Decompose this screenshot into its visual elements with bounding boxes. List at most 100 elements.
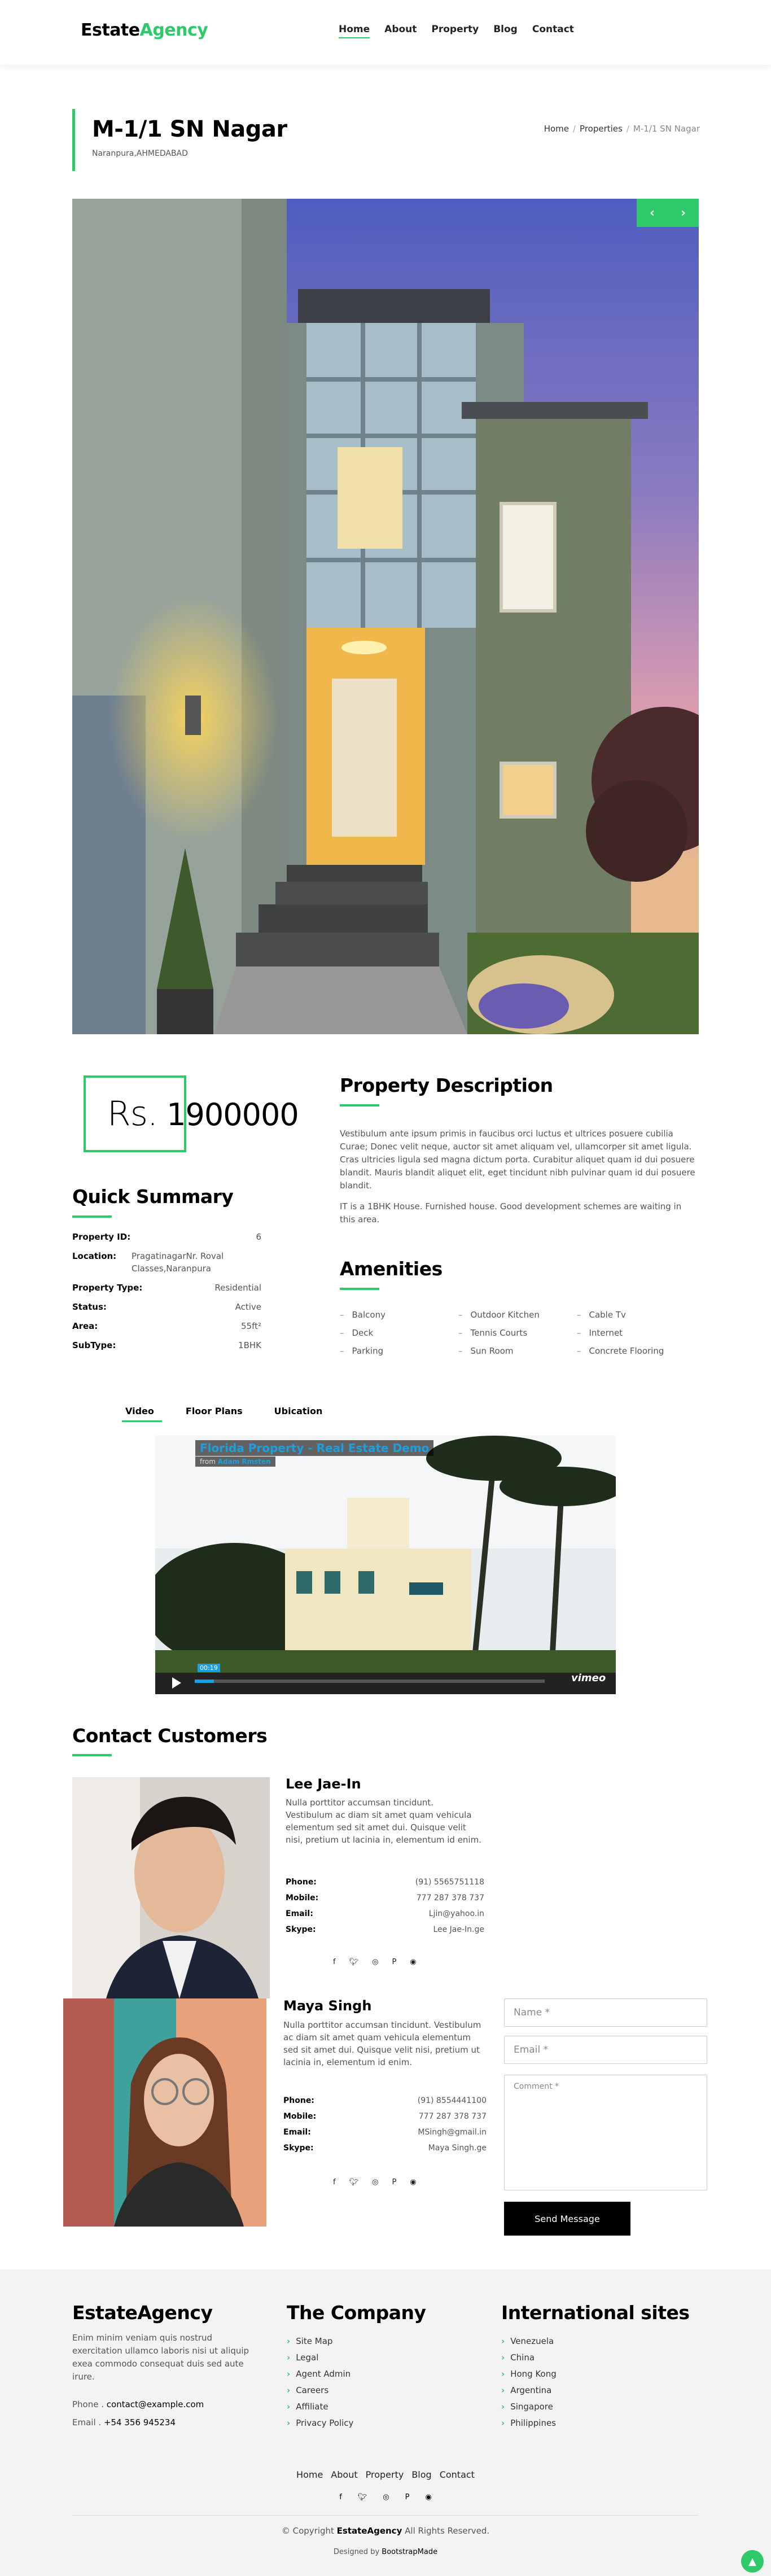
breadcrumb-current: M-1/1 SN Nagar [633,124,700,134]
amenities-heading: Amenities [340,1258,443,1280]
instagram-icon[interactable]: ◎ [383,2493,389,2501]
agent-email[interactable]: MSingh@gmail.in [418,2128,487,2137]
page-subtitle: Naranpura,AHMEDABAD [92,149,188,158]
footer-link[interactable]: Hong Kong [501,2369,557,2379]
amenity-item: Deck [340,1328,458,1338]
footer-link[interactable]: Philippines [501,2418,557,2428]
summary-row: SubType: 1BHK [72,1339,261,1352]
name-input[interactable]: Name * [504,1998,707,2027]
twitter-icon[interactable]: 🐦︎ [358,2493,367,2501]
pinterest-icon[interactable]: P [392,2178,396,2186]
footer-link[interactable]: Privacy Policy [287,2418,353,2428]
facebook-icon[interactable]: f [339,2493,342,2501]
contact-heading: Contact Customers [72,1725,268,1747]
footer-link[interactable]: Venezuela [501,2336,557,2346]
nav-property[interactable]: Property [431,24,479,38]
back-to-top-button[interactable]: ▲ [741,2550,764,2573]
heading-underline [340,1288,379,1290]
agent-contact-info: Phone: (91) 8554441100 Mobile: 777 287 378… [283,2096,487,2159]
tab-video[interactable]: Video [122,1406,170,1422]
amenity-item: Cable Tv [577,1310,695,1320]
footer-email: Email . +54 356 945234 [72,2416,176,2429]
twitter-icon[interactable]: 🐦︎ [349,1958,359,1966]
agent-name: Maya Singh [283,1998,372,2014]
summary-row: Property ID: 6 [72,1231,261,1243]
breadcrumb-home[interactable]: Home [544,124,569,134]
nav-home[interactable]: Home [339,24,370,38]
footer-link[interactable]: Careers [287,2385,353,2395]
breadcrumb-properties[interactable]: Properties [580,124,623,134]
brand-text: Estate [81,20,140,40]
agent-email[interactable]: Ljin@yahoo.in [429,1909,484,1918]
dribbble-icon[interactable]: ◉ [410,1958,416,1966]
footer-email-label: Email . [72,2417,102,2428]
summary-row: Property Type: Residential [72,1282,261,1294]
summary-value: PragatinagarNr. Roval Classes,Naranpura [132,1251,224,1274]
brand-accent-text: Agency [139,20,208,40]
footer-phone: Phone . contact@example.com [72,2398,204,2411]
page-title: M-1/1 SN Nagar [92,116,287,142]
info-row: Mobile: 777 287 378 737 [283,2112,487,2121]
instagram-icon[interactable]: ◎ [372,1958,378,1966]
agent-mobile: 777 287 378 737 [418,2112,487,2121]
price-currency: Rs. [107,1094,158,1134]
gallery-next-button[interactable]: › [681,206,686,220]
pinterest-icon[interactable]: P [392,1958,396,1966]
vimeo-logo[interactable]: vimeo [571,1672,606,1684]
video-title[interactable]: Florida Property - Real Estate Demo [195,1440,434,1456]
footer-link[interactable]: Site Map [287,2336,353,2346]
info-row: Skype: Lee Jae-In.ge [286,1925,484,1934]
email-input[interactable]: Email * [504,2036,707,2064]
footer-nav-blog[interactable]: Blog [411,2469,431,2480]
footer-link[interactable]: Legal [287,2352,353,2363]
facebook-icon[interactable]: f [333,2178,336,2186]
nav-about[interactable]: About [384,24,417,38]
instagram-icon[interactable]: ◎ [372,2178,378,2186]
copyright-prefix: © Copyright [281,2526,334,2536]
send-message-button[interactable]: Send Message [504,2202,630,2236]
footer-phone-label: Phone . [72,2399,104,2409]
footer-nav-contact[interactable]: Contact [440,2469,475,2480]
quick-summary-list: Property ID: 6 Location: PragatinagarNr. R… [72,1231,261,1358]
summary-key: Area: [72,1321,98,1331]
info-key: Phone: [286,1878,317,1887]
pinterest-icon[interactable]: P [405,2493,410,2501]
agent-skype[interactable]: Maya Singh.ge [428,2144,487,2153]
footer-link[interactable]: Agent Admin [287,2369,353,2379]
amenity-item: Balcony [340,1310,458,1320]
dribbble-icon[interactable]: ◉ [410,2178,416,2186]
footer-phone-value[interactable]: contact@example.com [107,2399,204,2409]
footer-email-value[interactable]: +54 356 945234 [104,2417,176,2428]
main-menu: Home About Property Blog Contact [339,24,574,38]
footer-nav-property[interactable]: Property [366,2469,404,2480]
comment-textarea[interactable]: Comment * [504,2075,707,2190]
amenity-item: Sun Room [458,1346,577,1356]
footer-nav-about[interactable]: About [331,2469,357,2480]
designed-by: Designed by BootstrapMade [0,2548,771,2556]
footer-link[interactable]: Argentina [501,2385,557,2395]
agent-skype[interactable]: Lee Jae-In.ge [433,1925,484,1934]
breadcrumb-sep: / [572,124,576,134]
gallery-prev-button[interactable]: ‹ [650,206,655,220]
nav-contact[interactable]: Contact [532,24,574,38]
footer-nav-home[interactable]: Home [296,2469,323,2480]
nav-blog[interactable]: Blog [493,24,518,38]
video-player[interactable] [155,1436,616,1694]
footer-international-heading: International sites [501,2302,690,2324]
agent-socials: f 🐦︎ ◎ P ◉ [333,1958,417,1966]
tab-ubication[interactable]: Ubication [274,1406,339,1422]
tab-floor-plans[interactable]: Floor Plans [186,1406,259,1422]
property-photo [72,199,699,1034]
footer-link[interactable]: China [501,2352,557,2363]
dribbble-icon[interactable]: ◉ [425,2493,431,2501]
twitter-icon[interactable]: 🐦︎ [349,2178,359,2186]
facebook-icon[interactable]: f [333,1958,336,1966]
designed-by-link[interactable]: BootstrapMade [382,2548,437,2556]
footer-link[interactable]: Singapore [501,2402,557,2412]
summary-row: Location: PragatinagarNr. Roval Classes,N… [72,1250,261,1275]
footer-link[interactable]: Affiliate [287,2402,353,2412]
video-author-name[interactable]: Adam Rmsten [218,1458,271,1466]
summary-key: Property Type: [72,1283,143,1293]
breadcrumb-sep: / [626,124,629,134]
brand-logo[interactable]: EstateAgency [81,20,208,40]
